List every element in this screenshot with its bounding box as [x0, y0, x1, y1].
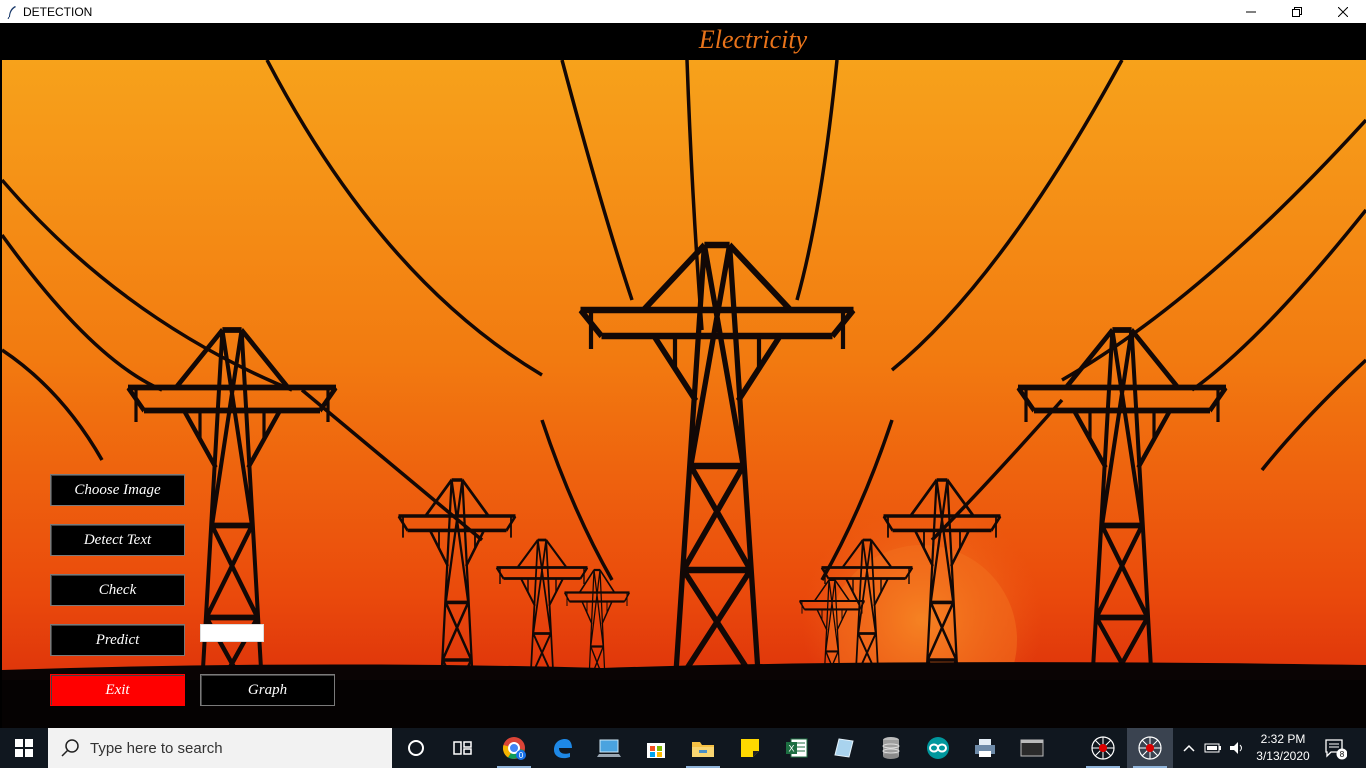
- arduino-icon: [927, 737, 949, 759]
- notepad-taskbar-button[interactable]: [821, 728, 867, 768]
- detection-window: DETECTION Electricity Choose Image Detec…: [0, 0, 1366, 728]
- excel-icon: X: [786, 738, 808, 758]
- choose-image-button[interactable]: Choose Image: [50, 474, 185, 506]
- close-button[interactable]: [1320, 0, 1366, 23]
- check-button[interactable]: Check: [50, 574, 185, 606]
- exit-button[interactable]: Exit: [50, 674, 185, 706]
- terminal-taskbar-button[interactable]: [1009, 728, 1055, 768]
- minimize-icon: [1246, 11, 1256, 12]
- store-icon: [647, 743, 665, 758]
- printer-taskbar-button[interactable]: [962, 728, 1008, 768]
- notepad-icon: [834, 738, 854, 758]
- title-bar: DETECTION: [0, 0, 1366, 23]
- minimize-button[interactable]: [1228, 0, 1274, 23]
- restore-icon: [1292, 6, 1302, 17]
- volume-button[interactable]: [1226, 728, 1248, 768]
- task-view-icon: [453, 741, 472, 755]
- clock-time: 2:32 PM: [1260, 732, 1306, 746]
- spider-active-icon: [1138, 736, 1162, 760]
- notification-count: 8: [1340, 750, 1345, 759]
- file-explorer-taskbar-button[interactable]: [680, 728, 726, 768]
- chrome-badge: 0: [519, 751, 524, 760]
- database-icon: [882, 737, 900, 759]
- arduino-taskbar-button[interactable]: [915, 728, 961, 768]
- detect-text-button[interactable]: Detect Text: [50, 524, 185, 556]
- restore-button[interactable]: [1274, 0, 1320, 23]
- excel-taskbar-button[interactable]: X: [774, 728, 820, 768]
- volume-icon: [1230, 742, 1242, 754]
- chrome-taskbar-button[interactable]: 0: [491, 728, 537, 768]
- svg-text:X: X: [788, 744, 794, 754]
- start-button[interactable]: [0, 728, 48, 768]
- edge-taskbar-button[interactable]: [539, 728, 585, 768]
- window-title: DETECTION: [23, 4, 93, 19]
- clock-date: 3/13/2020: [1256, 749, 1310, 763]
- spider-icon: [1091, 736, 1115, 760]
- spider-app-taskbar-button[interactable]: [1080, 728, 1126, 768]
- store-taskbar-button[interactable]: [633, 728, 679, 768]
- cortana-button[interactable]: [393, 728, 439, 768]
- search-placeholder: Type here to search: [90, 739, 223, 757]
- chrome-icon: 0: [502, 737, 526, 760]
- clock[interactable]: 2:32 PM 3/13/2020: [1248, 731, 1318, 765]
- prediction-result-field: [200, 624, 264, 642]
- taskbar: Type here to search 0 X 2:32 PM 3/13/202…: [0, 728, 1366, 768]
- windows-logo-icon: [15, 739, 33, 757]
- sticky-notes-taskbar-button[interactable]: [727, 728, 773, 768]
- header-bar: Electricity: [0, 23, 1366, 60]
- task-view-button[interactable]: [440, 728, 486, 768]
- page-title: Electricity: [698, 25, 808, 54]
- search-box[interactable]: Type here to search: [48, 728, 392, 768]
- terminal-icon: [1020, 739, 1044, 757]
- sticky-notes-icon: [741, 739, 759, 757]
- window-controls: [1228, 0, 1366, 23]
- search-icon: [61, 739, 79, 757]
- database-taskbar-button[interactable]: [868, 728, 914, 768]
- battery-icon: [1204, 743, 1221, 753]
- pc-taskbar-button[interactable]: [587, 728, 633, 768]
- chevron-up-icon: [1183, 744, 1195, 752]
- predict-button[interactable]: Predict: [50, 624, 185, 656]
- notification-icon: 8: [1325, 739, 1347, 760]
- pc-icon: [597, 739, 621, 757]
- action-center-button[interactable]: 8: [1320, 728, 1350, 768]
- spider-app-active-taskbar-button[interactable]: [1127, 728, 1173, 768]
- file-explorer-icon: [692, 742, 714, 757]
- graph-button[interactable]: Graph: [200, 674, 335, 706]
- close-icon: [1338, 6, 1348, 17]
- show-hidden-icons-button[interactable]: [1178, 728, 1200, 768]
- cortana-icon: [408, 740, 424, 756]
- edge-icon: [554, 739, 572, 759]
- feather-icon: [4, 4, 20, 20]
- printer-icon: [975, 739, 995, 757]
- battery-button[interactable]: [1202, 728, 1224, 768]
